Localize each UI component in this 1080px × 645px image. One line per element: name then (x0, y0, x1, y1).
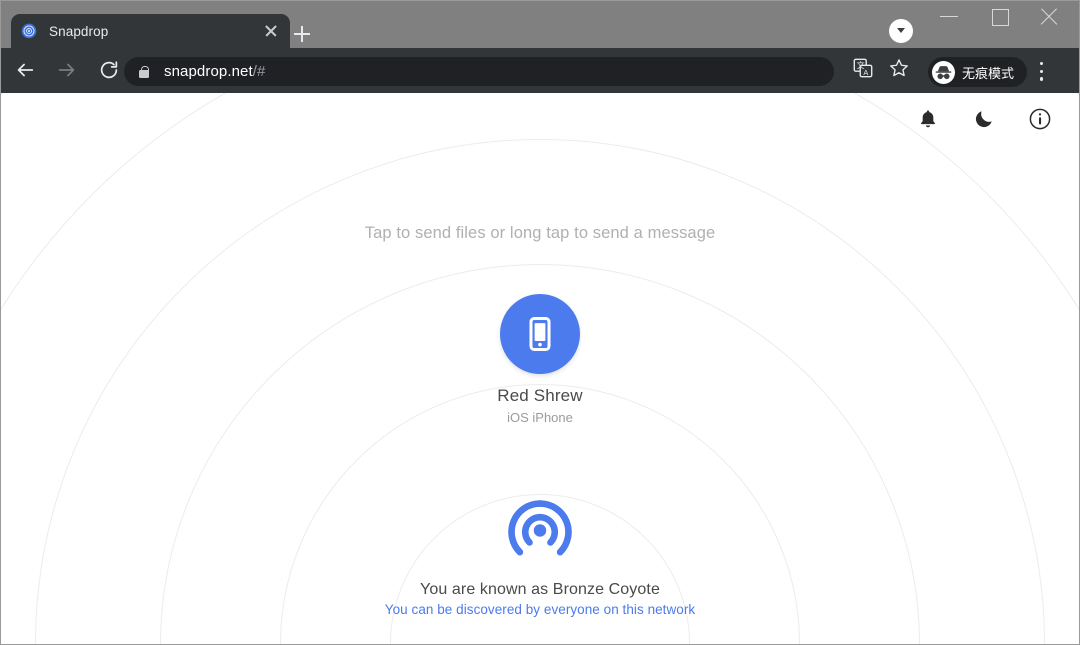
arrow-left-icon (17, 63, 34, 76)
info-circle-icon (1029, 108, 1051, 130)
window-close-button[interactable] (1028, 0, 1074, 32)
browser-menu-button[interactable] (1040, 60, 1044, 84)
kebab-dot (1040, 77, 1044, 81)
lock-icon (138, 65, 150, 79)
page-action-bar (915, 106, 1053, 132)
svg-text:A: A (863, 68, 868, 77)
snapdrop-radar-logo (508, 500, 572, 556)
peer-device: iOS iPhone (507, 410, 573, 425)
kebab-dot (1040, 62, 1044, 66)
peer-avatar[interactable] (500, 294, 580, 374)
phone-icon (529, 316, 551, 352)
back-button[interactable] (8, 54, 42, 88)
peer-name: Red Shrew (497, 386, 583, 405)
window-maximize-button[interactable] (976, 0, 1022, 32)
url-path: /# (252, 63, 266, 80)
window-minimize-button[interactable] (926, 0, 972, 32)
toolbar-right-actions: 文 A (852, 57, 924, 87)
bookmark-button[interactable] (888, 57, 918, 87)
moon-icon (975, 111, 992, 128)
page-viewport: Tap to send files or long tap to send a … (1, 93, 1079, 644)
tab-close-button[interactable] (262, 22, 280, 40)
forward-button[interactable] (50, 54, 84, 88)
notifications-button[interactable] (915, 106, 941, 132)
browser-window: Snapdrop snapdrop.net/# 文 A 无痕模式 Tap to … (0, 0, 1080, 645)
address-bar[interactable]: snapdrop.net/# (124, 57, 834, 86)
instructions-text: Tap to send files or long tap to send a … (364, 224, 716, 242)
tab-title: Snapdrop (49, 23, 109, 39)
incognito-glyph (935, 65, 952, 79)
bell-icon (920, 110, 936, 128)
incognito-hat-icon (932, 60, 955, 84)
translate-icon: 文 A (853, 58, 873, 78)
translate-button[interactable]: 文 A (852, 57, 882, 87)
tab-search-button[interactable] (889, 19, 913, 43)
reload-icon (100, 60, 118, 78)
url-host: snapdrop.net (164, 63, 253, 80)
new-tab-button[interactable] (288, 20, 316, 48)
snapdrop-radar-icon (21, 23, 37, 39)
tab-snapdrop[interactable]: Snapdrop (11, 14, 290, 48)
arrow-right-icon (58, 63, 75, 76)
star-icon (890, 59, 908, 77)
peer-red-shrew[interactable]: Red Shrew iOS iPhone (1, 294, 1079, 425)
url-text: snapdrop.net/# (164, 63, 266, 80)
kebab-dot (1040, 69, 1044, 73)
discovery-text[interactable]: You can be discovered by everyone on thi… (1, 602, 1079, 617)
page-footer: You are known as Bronze Coyote You can b… (1, 493, 1079, 617)
incognito-label: 无痕模式 (962, 65, 1015, 81)
tab-strip: Snapdrop (0, 0, 1080, 48)
incognito-indicator[interactable]: 无痕模式 (928, 57, 1028, 87)
theme-toggle-button[interactable] (971, 106, 997, 132)
display-name: You are known as Bronze Coyote (420, 581, 660, 598)
about-button[interactable] (1027, 106, 1053, 132)
reload-button[interactable] (92, 54, 126, 88)
page-center-stack: Tap to send files or long tap to send a … (1, 93, 1079, 644)
